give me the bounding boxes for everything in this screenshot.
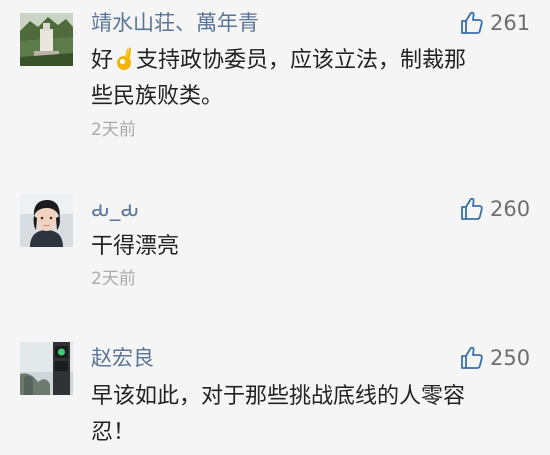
avatar[interactable]	[20, 13, 73, 66]
avatar[interactable]	[20, 194, 73, 247]
comment-text-line-2: 忍！	[91, 420, 136, 445]
comment-text-line-1: 干得漂亮	[91, 234, 180, 259]
comment-list: 靖水山荘、萬年青 261 好 支持政协委员，应该立法，制裁那 些民族败类。 2天…	[0, 0, 550, 455]
comment-text-segment: 好	[91, 48, 114, 73]
username[interactable]: 靖水山荘、萬年青	[91, 9, 259, 37]
avatar-image	[20, 13, 73, 66]
username[interactable]: ԃ_ԃ	[91, 195, 139, 223]
comment-text-line-1: 早该如此，对于那些挑战底线的人零容	[91, 384, 466, 409]
comment-text-line-2: 些民族败类。	[91, 84, 224, 109]
thumbs-up-icon	[461, 11, 483, 34]
comment-text: 好 支持政协委员，应该立法，制裁那 些民族败类。	[91, 43, 531, 115]
thumbs-up-icon	[461, 197, 483, 220]
comment-text-segment: 支持政协委员，应该立法，制裁那	[136, 48, 467, 73]
like-count: 260	[490, 197, 531, 221]
comment-text: 干得漂亮	[91, 229, 531, 265]
timestamp: 2天前	[91, 120, 136, 140]
avatar[interactable]	[20, 342, 73, 395]
ok-hand-emoji-icon	[117, 47, 132, 70]
thumbs-up-icon	[461, 346, 483, 369]
comment-text-line-1: 好 支持政协委员，应该立法，制裁那	[91, 43, 531, 79]
like-button[interactable]: 250	[459, 344, 530, 372]
avatar-image	[20, 194, 73, 247]
username[interactable]: 赵宏良	[91, 344, 154, 372]
like-count: 261	[490, 11, 531, 35]
like-count: 250	[490, 346, 531, 370]
avatar-image	[20, 342, 73, 395]
like-button[interactable]: 261	[459, 9, 530, 37]
like-button[interactable]: 260	[459, 195, 530, 223]
comment-text: 早该如此，对于那些挑战底线的人零容 忍！	[91, 379, 531, 451]
timestamp: 2天前	[91, 269, 136, 289]
